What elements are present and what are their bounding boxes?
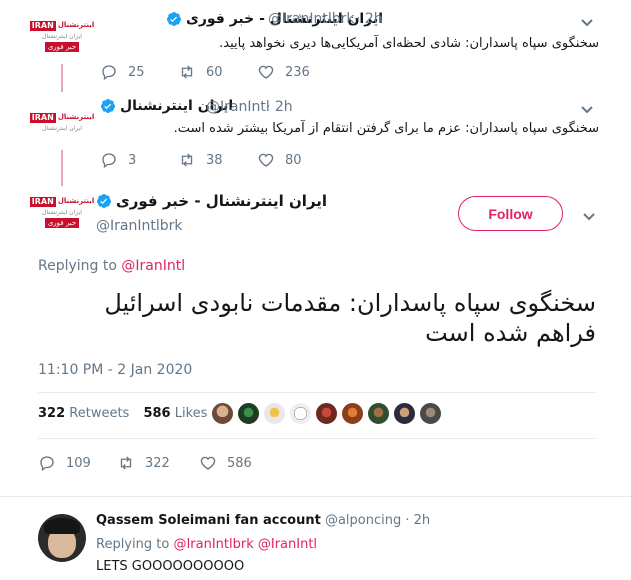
- main-timestamp[interactable]: 11:10 PM - 2 Jan 2020: [38, 362, 192, 378]
- avatar-hair: [44, 518, 80, 534]
- follow-button[interactable]: Follow: [458, 196, 563, 231]
- logo-badge: خبر فوری: [44, 41, 80, 52]
- thread-line: [61, 64, 63, 92]
- like-button[interactable]: 236: [257, 63, 310, 81]
- verified-icon: [167, 12, 182, 26]
- liker-avatar[interactable]: [262, 401, 287, 426]
- logo-wordmark: IRAN اینترنشنال: [29, 20, 95, 31]
- avatar-alponcing[interactable]: [38, 514, 86, 562]
- reply-icon: [102, 65, 116, 81]
- main-header: ایران اینترنشنال - خبر فوری: [96, 192, 327, 210]
- logo-wordmark: IRAN اینترنشنال: [29, 196, 95, 207]
- main-replying-to: Replying to @IranIntl: [38, 258, 186, 274]
- replying-to-link[interactable]: @IranIntl: [121, 258, 185, 274]
- retweet-icon: [181, 65, 193, 79]
- logo-wordmark: IRAN اینترنشنال: [29, 112, 95, 123]
- liker-avatar[interactable]: [366, 401, 391, 426]
- heart-icon: [258, 65, 274, 79]
- divider: [38, 438, 596, 439]
- reply-text: LETS GOOOOOOOOOO: [96, 559, 245, 574]
- reply-button[interactable]: 3: [100, 151, 136, 169]
- logo-subtitle: ایران اینترنشنال: [42, 32, 82, 40]
- liker-avatars: [210, 401, 443, 426]
- reply-button[interactable]: 109: [38, 454, 91, 472]
- reply-icon: [102, 153, 116, 169]
- tweet2-handle[interactable]: @IranIntl: [206, 99, 270, 115]
- retweet-button[interactable]: 60: [178, 63, 223, 81]
- retweet-icon: [120, 456, 132, 470]
- heart-icon: [258, 153, 274, 167]
- verified-icon: [100, 99, 115, 113]
- avatar-iranintl[interactable]: IRAN اینترنشنال ایران اینترنشنال: [29, 98, 94, 146]
- liker-avatar[interactable]: [210, 401, 235, 426]
- replying-to-link[interactable]: @IranIntlbrk @IranIntl: [173, 537, 317, 552]
- engagement-stats: 322 Retweets 586 Likes: [38, 406, 207, 421]
- liker-avatar[interactable]: [418, 401, 443, 426]
- divider: [38, 392, 596, 393]
- logo-badge: خبر فوری: [44, 217, 80, 228]
- reply-header: Qassem Soleimani fan account @alponcing …: [96, 513, 430, 528]
- verified-icon: [96, 194, 111, 208]
- main-tweet-line2: فراهم شده است: [425, 319, 596, 347]
- heart-icon: [200, 456, 216, 470]
- reply-button[interactable]: 25: [100, 63, 145, 81]
- liker-avatar[interactable]: [392, 401, 417, 426]
- reply-replying-to: Replying to @IranIntlbrk @IranIntl: [96, 537, 318, 552]
- reply-author-name[interactable]: Qassem Soleimani fan account: [96, 513, 321, 528]
- like-button[interactable]: 586: [199, 454, 252, 472]
- retweet-icon: [181, 153, 193, 167]
- liker-avatar[interactable]: [236, 401, 261, 426]
- chevron-down-icon[interactable]: [580, 101, 594, 115]
- avatar-iranintlbrk[interactable]: IRAN اینترنشنال ایران اینترنشنال خبر فوری: [29, 188, 94, 236]
- logo-subtitle: ایران اینترنشنال: [42, 124, 82, 132]
- main-tweet-text: سخنگوی سپاه پاسداران: مقدمات نابودی اسرا…: [104, 288, 596, 348]
- reply-icon: [40, 456, 54, 472]
- tweet1-text: سخنگوی سپاه پاسداران: شادی لحظه‌ای آمریک…: [219, 36, 599, 51]
- like-button[interactable]: 80: [257, 151, 302, 169]
- retweet-count[interactable]: 322 Retweets: [38, 406, 129, 421]
- chevron-down-icon[interactable]: [580, 14, 594, 28]
- retweet-button[interactable]: 322: [117, 454, 170, 472]
- tweet1-time[interactable]: · 2h: [356, 11, 383, 27]
- main-author-name[interactable]: ایران اینترنشنال - خبر فوری: [116, 192, 327, 210]
- reply-handle[interactable]: @alponcing: [325, 513, 401, 528]
- liker-avatar[interactable]: [288, 401, 313, 426]
- thread-line: [61, 150, 63, 186]
- logo-subtitle: ایران اینترنشنال: [42, 208, 82, 216]
- like-count[interactable]: 586 Likes: [143, 406, 207, 421]
- liker-avatar[interactable]: [340, 401, 365, 426]
- tweet2-text: سخنگوی سپاه پاسداران: عزم ما برای گرفتن …: [173, 121, 599, 136]
- liker-avatar[interactable]: [314, 401, 339, 426]
- main-tweet-line1: سخنگوی سپاه پاسداران: مقدمات نابودی اسرا…: [104, 289, 596, 317]
- tweet1-handle[interactable]: @IranIntlbrk: [268, 11, 354, 27]
- main-handle[interactable]: @IranIntlbrk: [96, 218, 182, 234]
- chevron-down-icon[interactable]: [582, 208, 596, 222]
- retweet-button[interactable]: 38: [178, 151, 223, 169]
- reply-time[interactable]: · 2h: [405, 513, 430, 528]
- avatar-iranintlbrk[interactable]: IRAN اینترنشنال ایران اینترنشنال خبر فوری: [29, 12, 94, 60]
- divider: [0, 496, 631, 497]
- tweet2-time[interactable]: · 2h: [266, 99, 293, 115]
